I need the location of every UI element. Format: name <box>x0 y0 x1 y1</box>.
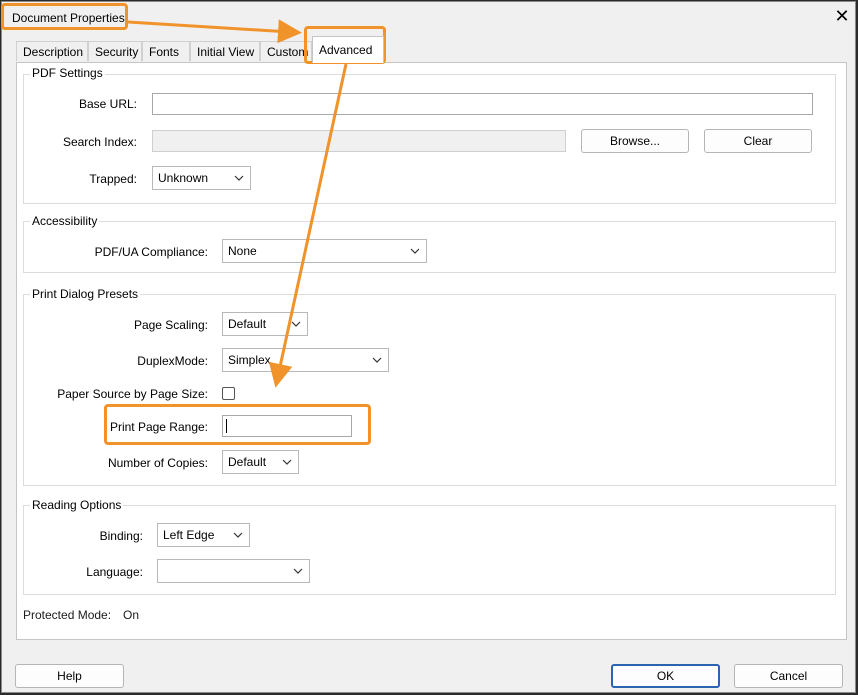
accessibility-title: Accessibility <box>30 214 100 228</box>
page-scaling-label: Page Scaling: <box>133 318 208 332</box>
ok-button[interactable]: OK <box>611 664 720 688</box>
number-of-copies-label: Number of Copies: <box>107 456 208 470</box>
page-scaling-value: Default <box>228 317 267 331</box>
print-page-range-label: Print Page Range: <box>109 420 208 434</box>
protected-mode-label: Protected Mode: <box>23 608 112 622</box>
print-presets-title: Print Dialog Presets <box>30 287 141 301</box>
tab-description[interactable]: Description <box>16 41 88 61</box>
paper-source-label: Paper Source by Page Size: <box>57 387 208 401</box>
trapped-value: Unknown <box>158 171 209 185</box>
text-caret <box>226 419 227 433</box>
print-page-range-input[interactable] <box>222 415 352 437</box>
protected-mode-value: On <box>123 608 140 622</box>
help-button[interactable]: Help <box>15 664 124 688</box>
base-url-input[interactable] <box>152 93 813 115</box>
number-of-copies-select[interactable]: Default <box>222 450 299 474</box>
chevron-down-icon <box>291 321 301 327</box>
chevron-down-icon <box>282 459 292 465</box>
chevron-down-icon <box>372 357 382 363</box>
cancel-button[interactable]: Cancel <box>734 664 843 688</box>
binding-value: Left Edge <box>163 528 215 542</box>
document-properties-dialog: Document Properties ✕ Description Securi… <box>1 1 856 693</box>
duplex-mode-value: Simplex <box>228 353 271 367</box>
binding-label: Binding: <box>99 529 143 543</box>
page-scaling-select[interactable]: Default <box>222 312 308 336</box>
tab-initial-view[interactable]: Initial View <box>190 41 260 61</box>
chevron-down-icon <box>234 175 244 181</box>
paper-source-checkbox[interactable] <box>222 387 235 400</box>
pdfua-value: None <box>228 244 257 258</box>
number-of-copies-value: Default <box>228 455 267 469</box>
reading-options-title: Reading Options <box>30 498 124 512</box>
duplex-mode-label: DuplexMode: <box>137 354 208 368</box>
base-url-label: Base URL: <box>78 97 137 111</box>
chevron-down-icon <box>410 248 420 254</box>
search-index-field <box>152 130 566 152</box>
language-select[interactable] <box>157 559 310 583</box>
pdfua-label: PDF/UA Compliance: <box>94 245 208 259</box>
trapped-label: Trapped: <box>89 172 137 186</box>
trapped-select[interactable]: Unknown <box>152 166 251 190</box>
clear-button[interactable]: Clear <box>704 129 812 153</box>
chevron-down-icon <box>293 568 303 574</box>
pdf-settings-title: PDF Settings <box>30 66 105 80</box>
tab-advanced[interactable]: Advanced <box>312 36 384 63</box>
duplex-mode-select[interactable]: Simplex <box>222 348 389 372</box>
dialog-title: Document Properties <box>12 11 125 25</box>
reading-options-group <box>23 505 836 595</box>
chevron-down-icon <box>233 532 243 538</box>
binding-select[interactable]: Left Edge <box>157 523 250 547</box>
tab-security[interactable]: Security <box>88 41 142 61</box>
close-icon[interactable]: ✕ <box>834 7 850 25</box>
browse-button[interactable]: Browse... <box>581 129 689 153</box>
language-label: Language: <box>86 565 143 579</box>
tab-fonts[interactable]: Fonts <box>142 41 190 61</box>
search-index-label: Search Index: <box>62 135 137 149</box>
tab-custom[interactable]: Custom <box>260 41 312 61</box>
pdfua-select[interactable]: None <box>222 239 427 263</box>
